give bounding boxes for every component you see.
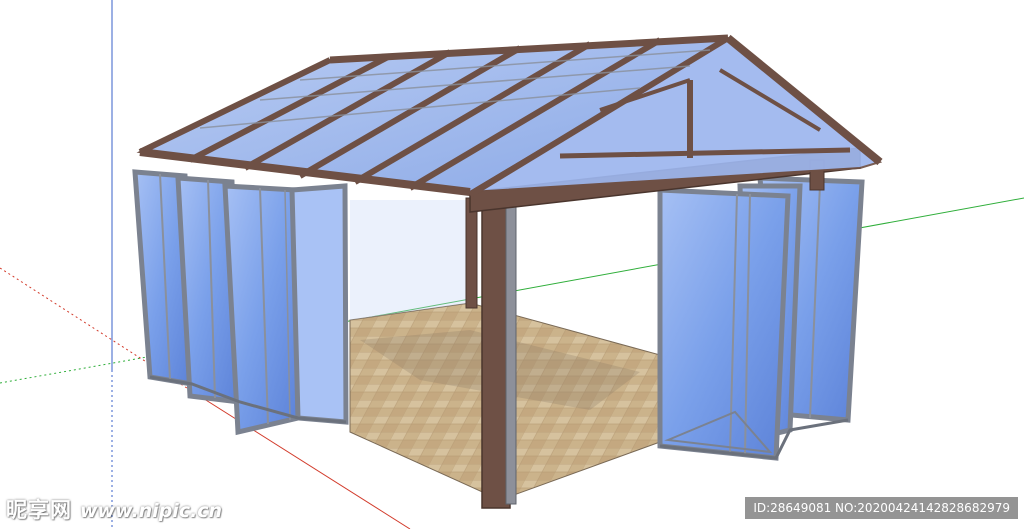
right-folding-doors [657, 175, 865, 461]
rear-glass [350, 200, 470, 320]
watermark-id-badge: ID:28649081 NO:20200424142828682979 [745, 497, 1018, 519]
left-door-panel-4 [289, 183, 349, 425]
watermark-brand-name: 昵享网 [6, 498, 72, 522]
front-left-post-trim [505, 195, 517, 505]
right-door-panel-3 [657, 187, 791, 461]
sunroom-model-view [0, 0, 1024, 529]
roof [136, 34, 883, 198]
left-folding-doors [132, 169, 349, 436]
watermark-url: www.nipic.cn [80, 500, 223, 522]
rear-post [465, 197, 478, 309]
watermark-brand: 昵享网 www.nipic.cn [6, 494, 222, 524]
